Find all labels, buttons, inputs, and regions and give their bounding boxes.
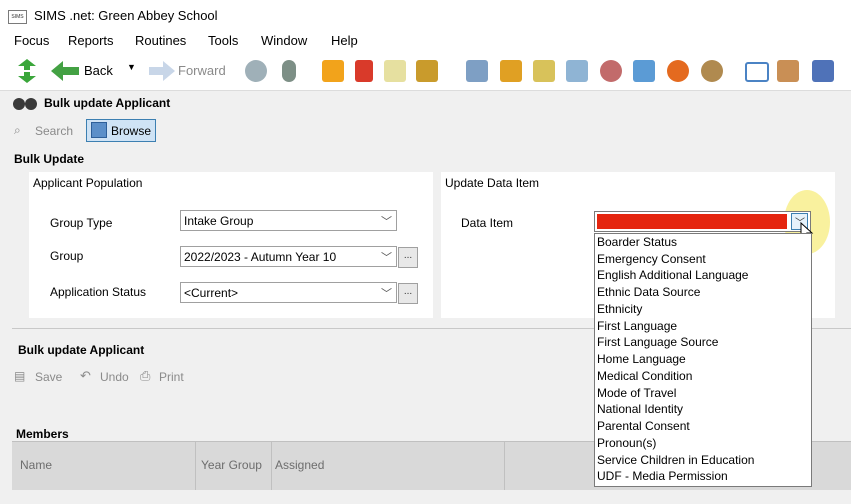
applicant-population-heading: Applicant Population (33, 176, 143, 190)
dropdown-option[interactable]: Boarder Status (597, 235, 677, 249)
update-data-item-heading: Update Data Item (445, 176, 540, 190)
page-title: Bulk update Applicant (44, 96, 171, 110)
window-title: SIMS .net: Green Abbey School (34, 8, 218, 23)
group-type-value: Intake Group (184, 214, 254, 228)
print-button[interactable]: ⎙ Print (140, 368, 195, 388)
back-label: Back (84, 63, 113, 78)
swap-arrows-icon[interactable] (16, 58, 38, 84)
folder-icon[interactable] (416, 60, 438, 82)
forward-button[interactable]: Forward (148, 59, 228, 83)
browse-icon (91, 122, 107, 138)
dropdown-option[interactable]: Parental Consent (597, 419, 690, 433)
app-icon: SIMS (8, 10, 27, 24)
dropdown-option[interactable]: Pronoun(s) (597, 436, 656, 450)
column-divider (271, 442, 272, 490)
notepad-icon[interactable] (322, 60, 344, 82)
print-label: Print (159, 370, 184, 384)
application-status-select[interactable]: <Current> ﹀ (180, 282, 397, 303)
dropdown-option[interactable]: UDF - Media Permission (597, 469, 728, 483)
group-type-select[interactable]: Intake Group ﹀ (180, 210, 397, 231)
group-select[interactable]: 2022/2023 - Autumn Year 10 ﹀ (180, 246, 397, 267)
browse-label: Browse (111, 124, 152, 138)
people-icon[interactable] (245, 60, 267, 82)
data-item-select[interactable]: ﹀ (594, 211, 811, 232)
status-browse-button[interactable]: ... (398, 283, 418, 304)
chevron-down-icon: ﹀ (381, 252, 392, 264)
data-item-label: Data Item (461, 216, 514, 230)
back-arrow-icon (51, 61, 79, 81)
toolbar: Back ▼ Forward (0, 52, 851, 91)
menu-routines[interactable]: Routines (135, 33, 186, 48)
column-divider (195, 442, 196, 490)
group-type-label: Group Type (50, 216, 113, 230)
application-status-value: <Current> (184, 286, 239, 300)
user-group-icon[interactable] (600, 60, 622, 82)
data-item-selection (597, 214, 787, 229)
dropdown-option[interactable]: Service Children in Education (597, 453, 754, 467)
browse-button[interactable]: Browse (86, 119, 156, 142)
dropdown-option[interactable]: First Language (597, 319, 677, 333)
menu-help[interactable]: Help (331, 33, 358, 48)
menu-focus[interactable]: Focus (14, 33, 49, 48)
search-button[interactable]: ⌕ Search (14, 120, 84, 142)
edit-icon[interactable] (566, 60, 588, 82)
group-value: 2022/2023 - Autumn Year 10 (184, 250, 337, 264)
column-assigned[interactable]: Assigned (275, 458, 324, 472)
bulk-update-applicant-heading: Bulk update Applicant (18, 343, 145, 357)
person-icon[interactable] (282, 60, 296, 82)
data-item-dropdown-list: Boarder Status Emergency Consent English… (594, 233, 812, 487)
list-icon[interactable] (533, 60, 555, 82)
dropdown-option[interactable]: Emergency Consent (597, 252, 706, 266)
dropdown-option[interactable]: Ethnic Data Source (597, 285, 700, 299)
report-icon[interactable] (466, 60, 488, 82)
column-divider (504, 442, 505, 490)
mail-icon[interactable] (745, 62, 769, 82)
dropdown-option[interactable]: Medical Condition (597, 369, 692, 383)
dropdown-option[interactable]: Home Language (597, 352, 686, 366)
dropdown-option[interactable]: First Language Source (597, 335, 718, 349)
flag-icon[interactable] (355, 60, 373, 82)
group-browse-button[interactable]: ... (398, 247, 418, 268)
search-label: Search (35, 124, 74, 138)
grid-icon[interactable] (812, 60, 834, 82)
search-icon: ⌕ (14, 123, 21, 137)
dropdown-option[interactable]: English Additional Language (597, 268, 748, 282)
save-icon: ▤ (14, 369, 26, 383)
dropdown-option[interactable]: Mode of Travel (597, 386, 676, 400)
group-label: Group (50, 249, 84, 263)
save-button[interactable]: ▤ Save (14, 368, 69, 388)
undo-label: Undo (100, 370, 129, 384)
menu-bar: Focus Reports Routines Tools Window Help (0, 30, 851, 52)
chart-icon[interactable] (500, 60, 522, 82)
menu-reports[interactable]: Reports (68, 33, 114, 48)
column-name[interactable]: Name (20, 458, 52, 472)
home-icon[interactable] (633, 60, 655, 82)
inbox-icon[interactable] (777, 60, 799, 82)
application-status-label: Application Status (50, 285, 147, 299)
title-bar: SIMS SIMS .net: Green Abbey School (0, 0, 851, 30)
message-icon[interactable] (384, 60, 406, 82)
undo-button[interactable]: ↶ Undo (80, 368, 135, 388)
column-year-group[interactable]: Year Group (201, 458, 262, 472)
undo-icon: ↶ (80, 368, 91, 383)
printer-icon: ⎙ (140, 368, 151, 383)
dropdown-option[interactable]: National Identity (597, 402, 683, 416)
dropdown-option[interactable]: Ethnicity (597, 302, 642, 316)
binoculars-icon (13, 98, 37, 110)
forward-arrow-icon (149, 61, 175, 81)
user-help-icon[interactable] (701, 60, 723, 82)
bulk-update-heading: Bulk Update (14, 152, 85, 166)
back-button[interactable]: Back (50, 59, 120, 83)
save-label: Save (35, 370, 63, 384)
chevron-down-icon: ﹀ (381, 216, 392, 228)
forward-label: Forward (178, 63, 226, 78)
menu-tools[interactable]: Tools (208, 33, 238, 48)
members-heading: Members (16, 427, 69, 441)
back-history-chevron-icon[interactable]: ▼ (127, 62, 136, 72)
clock-icon[interactable] (667, 60, 689, 82)
menu-window[interactable]: Window (261, 33, 307, 48)
chevron-down-icon: ﹀ (381, 288, 392, 300)
